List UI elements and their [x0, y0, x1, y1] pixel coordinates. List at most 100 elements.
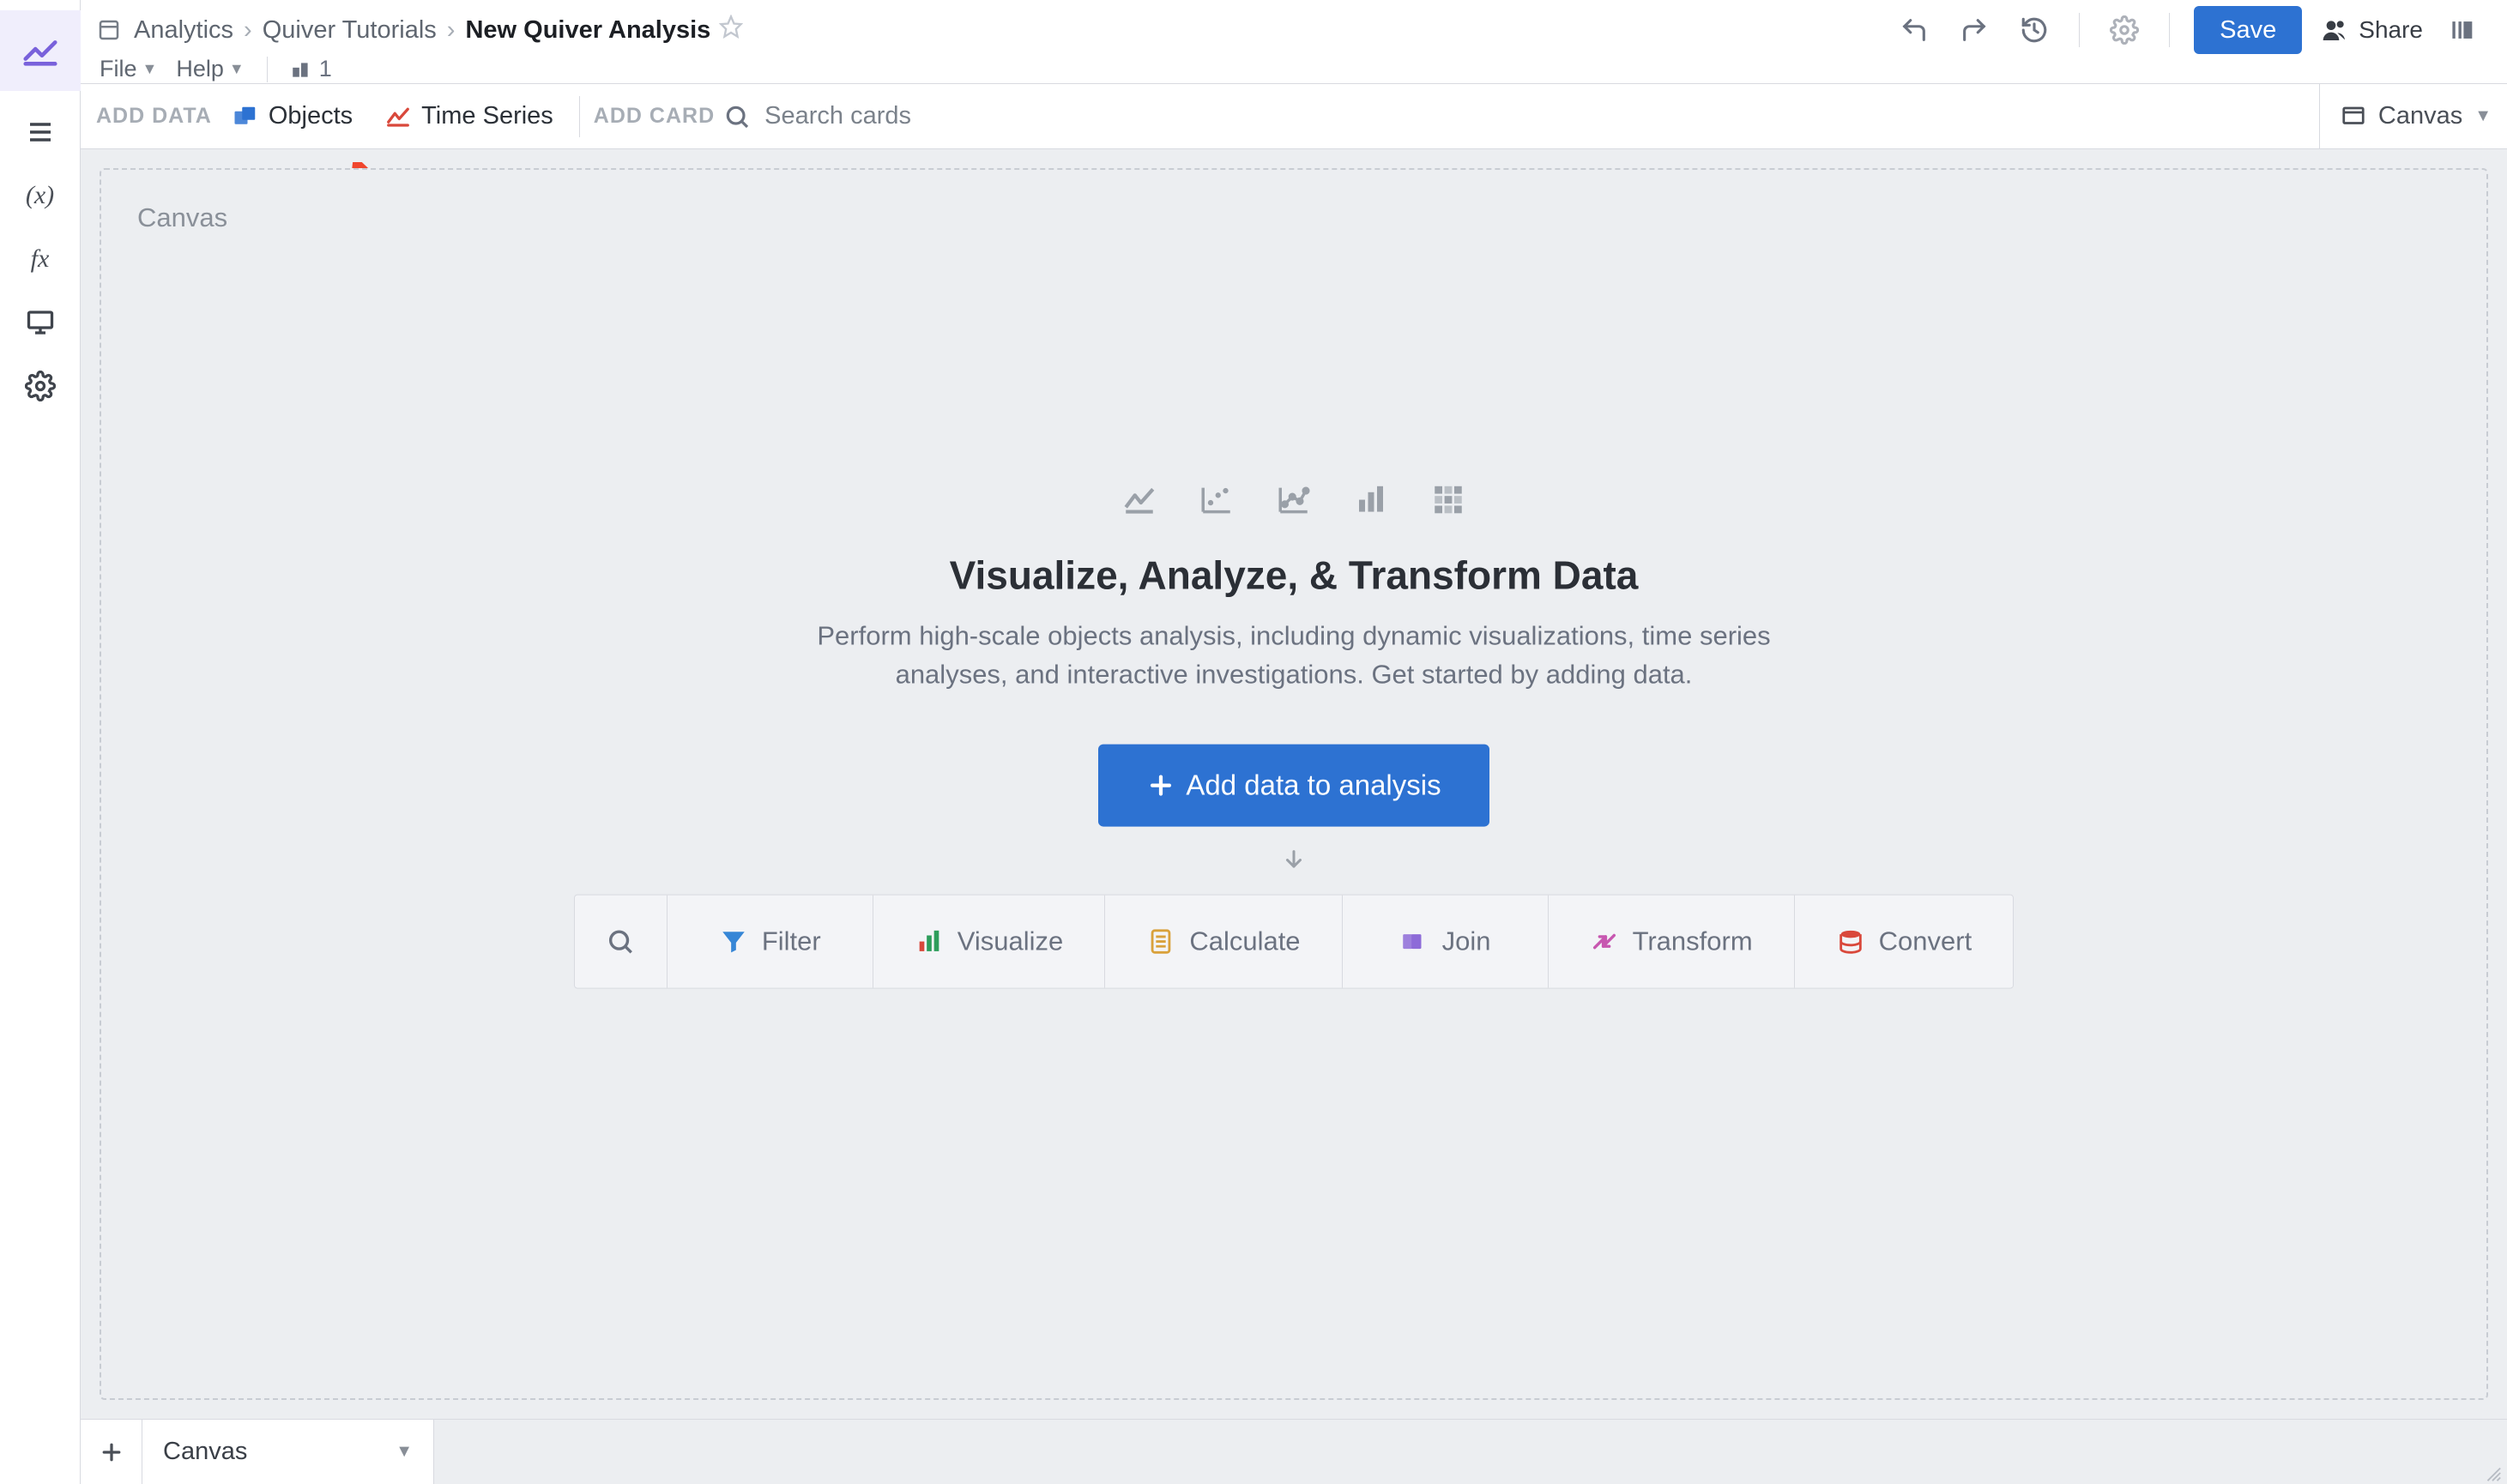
menu-file-label: File: [100, 56, 137, 82]
tab-canvas-label: Canvas: [163, 1438, 247, 1466]
action-calculate[interactable]: Calculate: [1105, 895, 1342, 987]
heatmap-icon: [1430, 481, 1466, 517]
header-actions: Save Share: [1894, 6, 2483, 54]
action-convert[interactable]: Convert: [1795, 895, 2014, 987]
action-transform-label: Transform: [1633, 926, 1753, 956]
action-calculate-label: Calculate: [1189, 926, 1300, 956]
bottom-tab-bar: Canvas ▼: [81, 1419, 2507, 1484]
people-icon: [2321, 16, 2348, 44]
divider: [2079, 13, 2080, 47]
file-type-icon: [96, 17, 122, 43]
divider: [267, 57, 268, 82]
workspace: Canvas Visualize, Analyze, & Transform D…: [81, 149, 2507, 1419]
breadcrumb-separator: ›: [445, 16, 457, 45]
menu-help-label: Help: [176, 56, 224, 82]
divider: [579, 96, 580, 137]
save-button-label: Save: [2220, 16, 2276, 45]
redo-button[interactable]: [1954, 9, 1995, 51]
transform-icon: [1590, 926, 1619, 956]
canvas-title: Canvas: [137, 202, 2450, 233]
visualize-icon: [915, 926, 944, 956]
undo-button[interactable]: [1894, 9, 1935, 51]
time-series-icon: [385, 104, 411, 130]
action-filter-label: Filter: [762, 926, 821, 956]
settings-button[interactable]: [2104, 9, 2145, 51]
objects-button[interactable]: Objects: [220, 97, 365, 136]
header: Analytics › Quiver Tutorials › New Quive…: [81, 0, 2507, 84]
history-button[interactable]: [2014, 9, 2055, 51]
app-logo[interactable]: [0, 10, 81, 91]
time-series-button[interactable]: Time Series: [373, 97, 565, 136]
presence-icon: [290, 58, 312, 81]
action-strip: Filter Visualize Calculate Join: [574, 894, 2014, 988]
plus-icon: [99, 1439, 124, 1465]
menu-file[interactable]: File ▼: [100, 56, 157, 82]
view-mode-switch[interactable]: Canvas ▼: [2319, 84, 2492, 148]
action-join-label: Join: [1442, 926, 1491, 956]
nav-functions-icon[interactable]: fx: [18, 237, 63, 281]
objects-label: Objects: [269, 102, 353, 130]
caret-down-icon: ▼: [142, 60, 158, 78]
view-mode-label: Canvas: [2378, 102, 2462, 130]
empty-state-heading: Visualize, Analyze, & Transform Data: [950, 552, 1639, 598]
favorite-star-icon[interactable]: [719, 15, 743, 45]
action-visualize-label: Visualize: [957, 926, 1064, 956]
action-transform[interactable]: Transform: [1549, 895, 1795, 987]
bar-chart-icon: [1353, 481, 1389, 517]
flow-arrow-icon: [1281, 847, 1307, 878]
search-icon: [606, 926, 635, 956]
line-chart-icon: [1121, 481, 1157, 517]
share-button[interactable]: Share: [2321, 16, 2423, 44]
objects-icon: [233, 104, 258, 130]
add-card-label: ADD CARD: [594, 104, 715, 129]
nav-menu-icon[interactable]: [18, 110, 63, 154]
nav-settings-icon[interactable]: [18, 364, 63, 408]
nav-present-icon[interactable]: [18, 300, 63, 345]
add-data-label: ADD DATA: [96, 104, 212, 129]
share-label: Share: [2359, 16, 2423, 44]
add-data-label: Add data to analysis: [1186, 769, 1441, 801]
nav-variables-icon[interactable]: (x): [18, 173, 63, 218]
action-visualize[interactable]: Visualize: [873, 895, 1106, 987]
presence-count: 1: [319, 56, 332, 82]
time-series-label: Time Series: [421, 102, 553, 130]
calculate-icon: [1146, 926, 1175, 956]
empty-state-subtext: Perform high-scale objects analysis, inc…: [779, 617, 1809, 694]
menu-bar: File ▼ Help ▼ 1: [96, 56, 2483, 82]
action-search[interactable]: [575, 895, 668, 987]
tab-canvas[interactable]: Canvas ▼: [142, 1420, 434, 1484]
add-data-button[interactable]: Add data to analysis: [1098, 744, 1489, 826]
breadcrumb: Analytics › Quiver Tutorials › New Quive…: [96, 15, 743, 45]
resize-grip-icon[interactable]: [2483, 1463, 2502, 1482]
panel-toggle-button[interactable]: [2442, 9, 2483, 51]
search-cards-input[interactable]: [763, 101, 1072, 131]
search-icon: [723, 103, 751, 130]
menu-help[interactable]: Help ▼: [176, 56, 244, 82]
caret-down-icon: ▼: [229, 60, 245, 78]
caret-down-icon: ▼: [396, 1442, 413, 1462]
action-filter[interactable]: Filter: [668, 895, 873, 987]
toolbar: ADD DATA Objects Time Series ADD CARD Ca…: [81, 84, 2507, 149]
breadcrumb-root[interactable]: Analytics: [134, 16, 233, 45]
search-cards[interactable]: [723, 101, 2311, 131]
plus-icon: [1146, 770, 1175, 799]
save-button[interactable]: Save: [2194, 6, 2302, 54]
breadcrumb-parent[interactable]: Quiver Tutorials: [263, 16, 437, 45]
left-rail: (x) fx: [0, 0, 81, 1484]
canvas-card[interactable]: Canvas Visualize, Analyze, & Transform D…: [100, 168, 2488, 1400]
add-tab-button[interactable]: [81, 1420, 142, 1484]
divider: [2169, 13, 2170, 47]
convert-icon: [1836, 926, 1865, 956]
join-icon: [1399, 926, 1429, 956]
scatter-line-icon: [1276, 481, 1312, 517]
canvas-view-icon: [2341, 104, 2366, 130]
breadcrumb-separator: ›: [242, 16, 254, 45]
empty-state: Visualize, Analyze, & Transform Data Per…: [607, 481, 1980, 988]
tab-bar-spacer: [434, 1420, 2507, 1484]
action-join[interactable]: Join: [1343, 895, 1549, 987]
action-convert-label: Convert: [1879, 926, 1972, 956]
filter-icon: [719, 926, 748, 956]
scatter-icon: [1199, 481, 1235, 517]
presence-indicator[interactable]: 1: [290, 56, 332, 82]
chart-type-icons: [1121, 481, 1466, 517]
